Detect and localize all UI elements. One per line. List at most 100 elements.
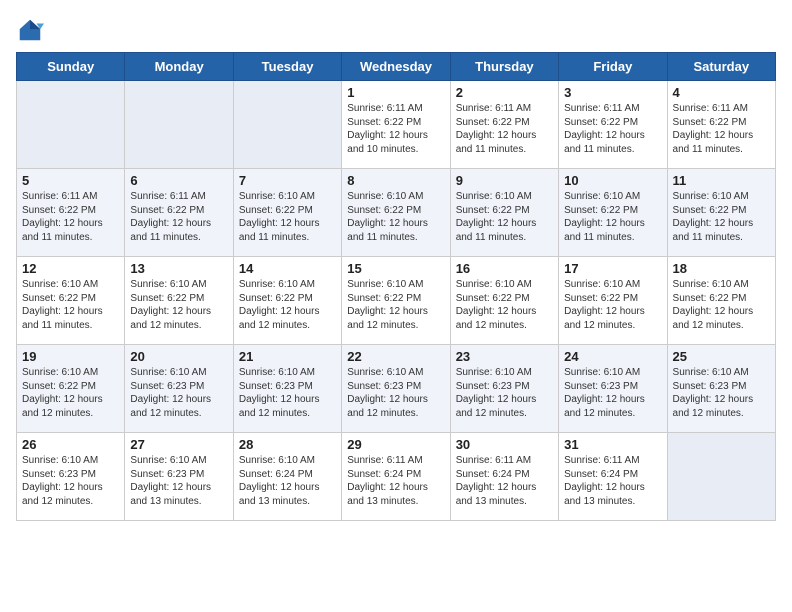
day-info: Sunrise: 6:10 AM Sunset: 6:22 PM Dayligh…	[239, 190, 336, 244]
day-number: 8	[347, 173, 444, 188]
calendar-cell: 3 Sunrise: 6:11 AM Sunset: 6:22 PM Daylig…	[559, 81, 667, 169]
day-number: 22	[347, 349, 444, 364]
day-info: Sunrise: 6:10 AM Sunset: 6:22 PM Dayligh…	[456, 278, 553, 332]
day-info: Sunrise: 6:11 AM Sunset: 6:22 PM Dayligh…	[130, 190, 227, 244]
day-info: Sunrise: 6:10 AM Sunset: 6:23 PM Dayligh…	[22, 454, 119, 508]
day-info: Sunrise: 6:11 AM Sunset: 6:22 PM Dayligh…	[564, 102, 661, 156]
day-info: Sunrise: 6:10 AM Sunset: 6:24 PM Dayligh…	[239, 454, 336, 508]
day-header-thursday: Thursday	[450, 53, 558, 81]
day-info: Sunrise: 6:11 AM Sunset: 6:24 PM Dayligh…	[347, 454, 444, 508]
header-row: SundayMondayTuesdayWednesdayThursdayFrid…	[17, 53, 776, 81]
calendar-table: SundayMondayTuesdayWednesdayThursdayFrid…	[16, 52, 776, 521]
calendar-cell: 15 Sunrise: 6:10 AM Sunset: 6:22 PM Dayli…	[342, 257, 450, 345]
day-info: Sunrise: 6:10 AM Sunset: 6:22 PM Dayligh…	[347, 278, 444, 332]
calendar-cell: 30Sunrise: 6:11 AM Sunset: 6:24 PM Dayli…	[450, 433, 558, 521]
day-info: Sunrise: 6:10 AM Sunset: 6:22 PM Dayligh…	[239, 278, 336, 332]
day-info: Sunrise: 6:11 AM Sunset: 6:22 PM Dayligh…	[22, 190, 119, 244]
page-header	[16, 16, 776, 44]
week-row-5: 26Sunrise: 6:10 AM Sunset: 6:23 PM Dayli…	[17, 433, 776, 521]
day-info: Sunrise: 6:10 AM Sunset: 6:22 PM Dayligh…	[130, 278, 227, 332]
calendar-cell: 9 Sunrise: 6:10 AM Sunset: 6:22 PM Daylig…	[450, 169, 558, 257]
day-number: 23	[456, 349, 553, 364]
calendar-cell: 1 Sunrise: 6:11 AM Sunset: 6:22 PM Daylig…	[342, 81, 450, 169]
day-number: 29	[347, 437, 444, 452]
calendar-cell: 2 Sunrise: 6:11 AM Sunset: 6:22 PM Daylig…	[450, 81, 558, 169]
calendar-cell: 24 Sunrise: 6:10 AM Sunset: 6:23 PM Dayli…	[559, 345, 667, 433]
day-number: 7	[239, 173, 336, 188]
day-number: 21	[239, 349, 336, 364]
day-info: Sunrise: 6:10 AM Sunset: 6:22 PM Dayligh…	[673, 278, 770, 332]
day-number: 20	[130, 349, 227, 364]
day-header-tuesday: Tuesday	[233, 53, 341, 81]
day-header-saturday: Saturday	[667, 53, 775, 81]
day-info: Sunrise: 6:10 AM Sunset: 6:22 PM Dayligh…	[22, 278, 119, 332]
day-info: Sunrise: 6:10 AM Sunset: 6:22 PM Dayligh…	[673, 190, 770, 244]
day-number: 30	[456, 437, 553, 452]
day-info: Sunrise: 6:11 AM Sunset: 6:22 PM Dayligh…	[456, 102, 553, 156]
day-number: 4	[673, 85, 770, 100]
day-header-friday: Friday	[559, 53, 667, 81]
calendar-cell: 7 Sunrise: 6:10 AM Sunset: 6:22 PM Daylig…	[233, 169, 341, 257]
day-info: Sunrise: 6:10 AM Sunset: 6:23 PM Dayligh…	[130, 366, 227, 420]
day-info: Sunrise: 6:10 AM Sunset: 6:22 PM Dayligh…	[456, 190, 553, 244]
calendar-cell: 5 Sunrise: 6:11 AM Sunset: 6:22 PM Daylig…	[17, 169, 125, 257]
calendar-cell: 4 Sunrise: 6:11 AM Sunset: 6:22 PM Daylig…	[667, 81, 775, 169]
calendar-cell: 26Sunrise: 6:10 AM Sunset: 6:23 PM Dayli…	[17, 433, 125, 521]
calendar-cell: 8Sunrise: 6:10 AM Sunset: 6:22 PM Daylig…	[342, 169, 450, 257]
calendar-cell: 27 Sunrise: 6:10 AM Sunset: 6:23 PM Dayli…	[125, 433, 233, 521]
day-number: 5	[22, 173, 119, 188]
week-row-1: 1 Sunrise: 6:11 AM Sunset: 6:22 PM Daylig…	[17, 81, 776, 169]
day-number: 2	[456, 85, 553, 100]
day-info: Sunrise: 6:10 AM Sunset: 6:23 PM Dayligh…	[456, 366, 553, 420]
week-row-3: 12Sunrise: 6:10 AM Sunset: 6:22 PM Dayli…	[17, 257, 776, 345]
day-number: 31	[564, 437, 661, 452]
day-info: Sunrise: 6:10 AM Sunset: 6:23 PM Dayligh…	[347, 366, 444, 420]
day-number: 11	[673, 173, 770, 188]
day-number: 28	[239, 437, 336, 452]
calendar-cell: 16 Sunrise: 6:10 AM Sunset: 6:22 PM Dayli…	[450, 257, 558, 345]
day-info: Sunrise: 6:10 AM Sunset: 6:22 PM Dayligh…	[564, 190, 661, 244]
day-number: 18	[673, 261, 770, 276]
day-number: 6	[130, 173, 227, 188]
calendar-cell: 17Sunrise: 6:10 AM Sunset: 6:22 PM Dayli…	[559, 257, 667, 345]
week-row-4: 19 Sunrise: 6:10 AM Sunset: 6:22 PM Dayli…	[17, 345, 776, 433]
day-info: Sunrise: 6:10 AM Sunset: 6:23 PM Dayligh…	[564, 366, 661, 420]
day-info: Sunrise: 6:10 AM Sunset: 6:22 PM Dayligh…	[22, 366, 119, 420]
day-number: 24	[564, 349, 661, 364]
day-number: 17	[564, 261, 661, 276]
calendar-cell	[667, 433, 775, 521]
day-number: 1	[347, 85, 444, 100]
calendar-cell: 19 Sunrise: 6:10 AM Sunset: 6:22 PM Dayli…	[17, 345, 125, 433]
day-number: 27	[130, 437, 227, 452]
day-info: Sunrise: 6:10 AM Sunset: 6:23 PM Dayligh…	[239, 366, 336, 420]
calendar-cell	[125, 81, 233, 169]
day-number: 9	[456, 173, 553, 188]
calendar-cell	[233, 81, 341, 169]
day-number: 25	[673, 349, 770, 364]
day-info: Sunrise: 6:10 AM Sunset: 6:23 PM Dayligh…	[130, 454, 227, 508]
calendar-cell: 20 Sunrise: 6:10 AM Sunset: 6:23 PM Dayli…	[125, 345, 233, 433]
calendar-cell: 29 Sunrise: 6:11 AM Sunset: 6:24 PM Dayli…	[342, 433, 450, 521]
day-number: 19	[22, 349, 119, 364]
day-number: 14	[239, 261, 336, 276]
calendar-cell: 18 Sunrise: 6:10 AM Sunset: 6:22 PM Dayli…	[667, 257, 775, 345]
day-number: 15	[347, 261, 444, 276]
day-info: Sunrise: 6:11 AM Sunset: 6:22 PM Dayligh…	[673, 102, 770, 156]
calendar-cell: 12Sunrise: 6:10 AM Sunset: 6:22 PM Dayli…	[17, 257, 125, 345]
day-number: 16	[456, 261, 553, 276]
day-info: Sunrise: 6:11 AM Sunset: 6:24 PM Dayligh…	[564, 454, 661, 508]
calendar-cell: 31 Sunrise: 6:11 AM Sunset: 6:24 PM Dayli…	[559, 433, 667, 521]
day-header-sunday: Sunday	[17, 53, 125, 81]
calendar-cell: 6 Sunrise: 6:11 AM Sunset: 6:22 PM Daylig…	[125, 169, 233, 257]
calendar-cell: 23 Sunrise: 6:10 AM Sunset: 6:23 PM Dayli…	[450, 345, 558, 433]
day-info: Sunrise: 6:11 AM Sunset: 6:22 PM Dayligh…	[347, 102, 444, 156]
calendar-cell: 25Sunrise: 6:10 AM Sunset: 6:23 PM Dayli…	[667, 345, 775, 433]
calendar-cell	[17, 81, 125, 169]
calendar-cell: 13Sunrise: 6:10 AM Sunset: 6:22 PM Dayli…	[125, 257, 233, 345]
logo-icon	[16, 16, 44, 44]
calendar-cell: 11 Sunrise: 6:10 AM Sunset: 6:22 PM Dayli…	[667, 169, 775, 257]
day-number: 10	[564, 173, 661, 188]
day-number: 3	[564, 85, 661, 100]
week-row-2: 5 Sunrise: 6:11 AM Sunset: 6:22 PM Daylig…	[17, 169, 776, 257]
calendar-cell: 21 Sunrise: 6:10 AM Sunset: 6:23 PM Dayli…	[233, 345, 341, 433]
